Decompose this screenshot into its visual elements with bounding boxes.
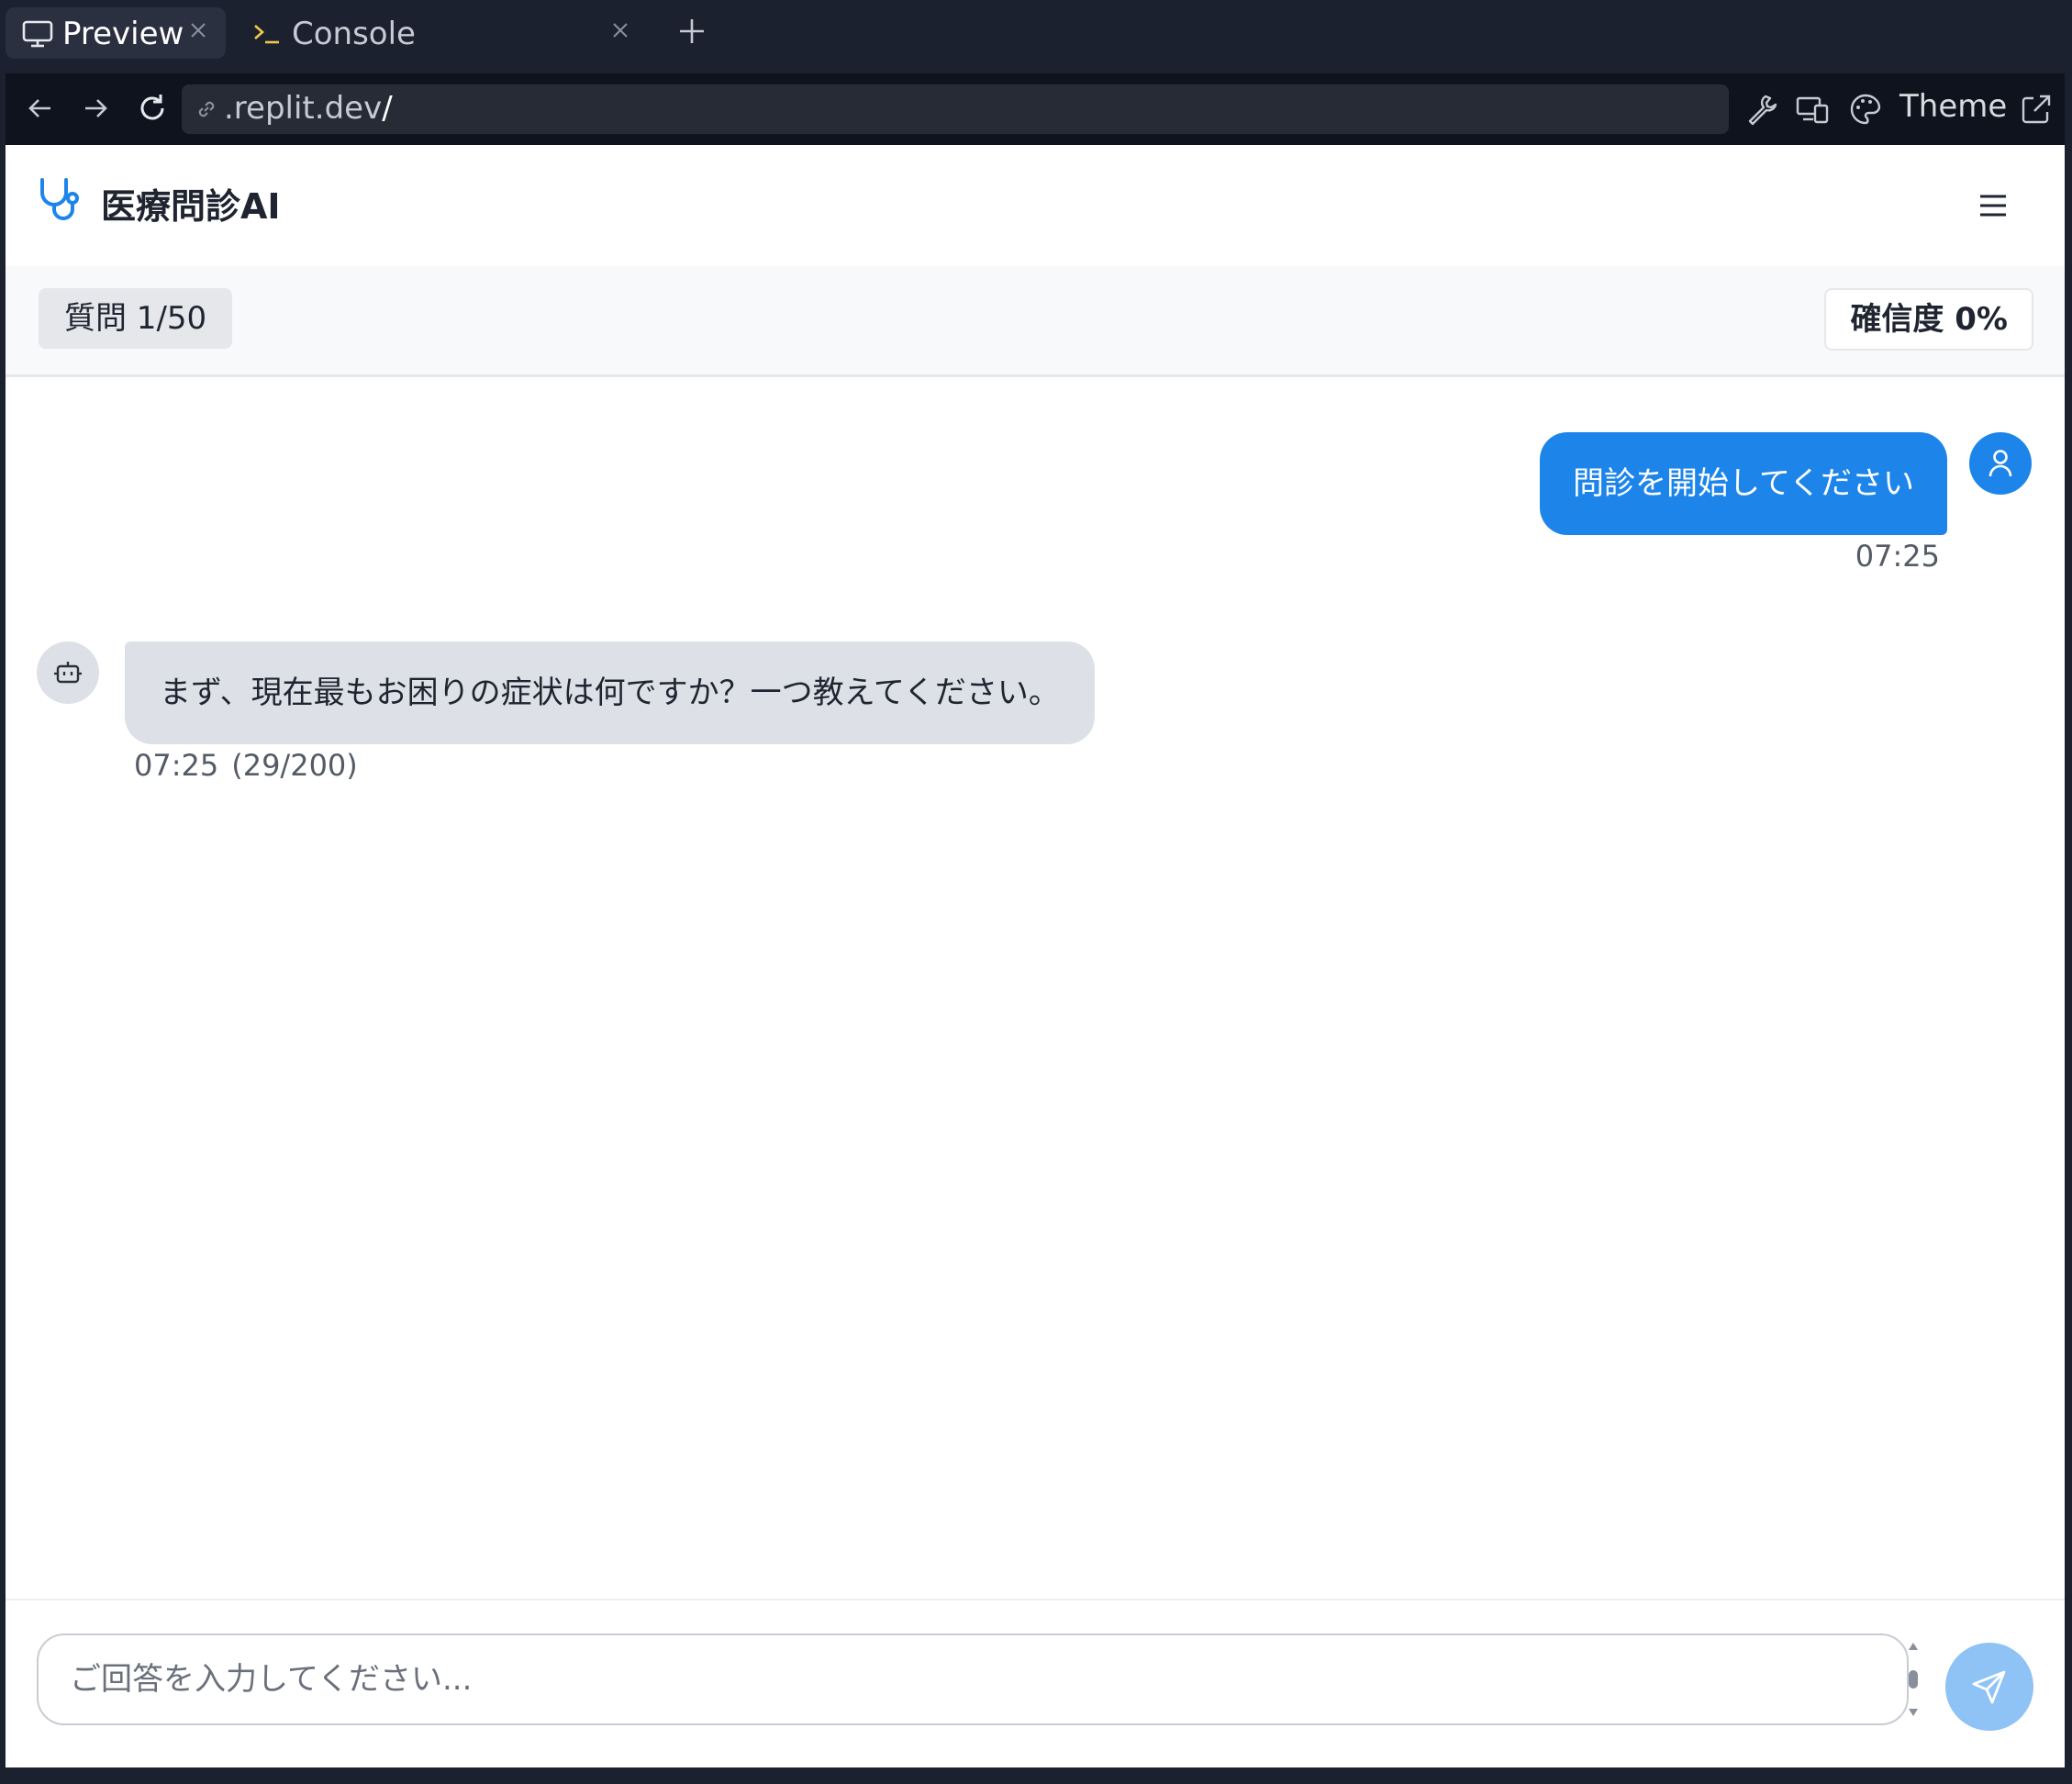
answer-input[interactable] — [37, 1633, 1909, 1725]
hamburger-menu-icon[interactable] — [1975, 187, 2011, 224]
browser-toolbar: .replit.dev/ Theme — [6, 73, 2065, 145]
address-url-host: .replit.dev — [224, 90, 383, 127]
app-header: 医療問診AI — [6, 145, 2065, 266]
theme-button-label[interactable]: Theme — [1899, 88, 2007, 125]
address-url: .replit.dev/ — [224, 90, 393, 127]
monitor-icon — [22, 20, 53, 48]
assistant-char-count: (29/200) — [231, 748, 358, 783]
send-icon — [1972, 1670, 2006, 1704]
confidence-badge: 確信度 0% — [1824, 288, 2033, 351]
assistant-avatar — [37, 641, 99, 704]
user-avatar — [1969, 432, 2032, 495]
robot-icon — [54, 662, 82, 684]
chat-messages: 問診を開始してください 07:25 まず、現在最もお困りの症状は何ですか？一つ教… — [6, 377, 2065, 1745]
composer — [6, 1599, 2065, 1767]
user-message-bubble: 問診を開始してください — [1540, 432, 1947, 535]
browser-tab-bar: Preview Console — [0, 0, 2072, 70]
address-bar[interactable]: .replit.dev/ — [182, 84, 1729, 134]
reload-icon[interactable] — [136, 92, 169, 125]
terminal-icon — [254, 25, 279, 44]
back-arrow-icon[interactable] — [24, 92, 57, 125]
palette-icon[interactable] — [1848, 92, 1883, 127]
tab-console-label: Console — [292, 16, 416, 52]
textarea-resize-handle[interactable] — [1907, 1633, 1920, 1725]
close-icon[interactable] — [609, 19, 631, 41]
stethoscope-icon — [40, 178, 79, 220]
send-button[interactable] — [1945, 1643, 2033, 1731]
plus-icon[interactable] — [677, 17, 707, 46]
address-url-path: / — [382, 90, 393, 127]
progress-bar-area: 質問 1/50 確信度 0% — [6, 266, 2065, 377]
assistant-message-meta: 07:25 (29/200) — [134, 748, 358, 783]
preview-viewport: 医療問診AI 質問 1/50 確信度 0% 問診を開始してください 07:25 — [6, 145, 2065, 1767]
devices-icon[interactable] — [1795, 92, 1830, 127]
tab-preview[interactable]: Preview — [6, 7, 226, 59]
wrench-icon[interactable] — [1743, 92, 1778, 127]
app-title: 医療問診AI — [101, 186, 281, 227]
assistant-message-bubble: まず、現在最もお困りの症状は何ですか？一つ教えてください。 — [125, 641, 1095, 744]
question-counter-badge: 質問 1/50 — [39, 288, 233, 349]
assistant-message-time: 07:25 — [134, 748, 219, 783]
user-icon — [1988, 450, 2012, 477]
external-link-icon[interactable] — [2019, 92, 2054, 127]
user-message-time: 07:25 — [1855, 539, 1940, 574]
tab-preview-label: Preview — [62, 16, 184, 52]
link-icon — [198, 101, 215, 117]
tab-console[interactable]: Console — [235, 7, 648, 59]
close-icon[interactable] — [187, 19, 209, 41]
forward-arrow-icon[interactable] — [79, 92, 112, 125]
